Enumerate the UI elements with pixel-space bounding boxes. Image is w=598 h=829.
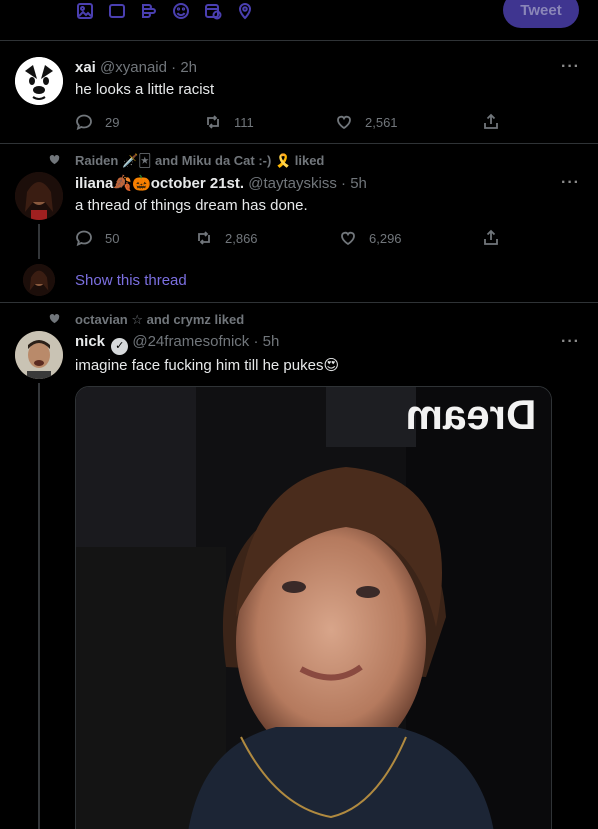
avatar[interactable] xyxy=(15,331,63,379)
social-context: octavian ☆ and crymz liked xyxy=(48,312,244,328)
separator-dot: · xyxy=(253,333,259,350)
location-icon[interactable] xyxy=(236,2,254,20)
share-icon xyxy=(484,229,498,245)
tweet-actions: 29 111 2,561 xyxy=(75,113,515,133)
poll-icon[interactable] xyxy=(140,2,158,20)
handle[interactable]: @xyanaid xyxy=(100,59,167,76)
separator-dot: · xyxy=(171,59,177,76)
share-icon xyxy=(484,113,498,129)
composer-toolbar: Tweet xyxy=(0,0,598,41)
thread-connector xyxy=(38,383,40,829)
schedule-icon[interactable] xyxy=(204,2,222,20)
thread-avatar[interactable] xyxy=(23,264,55,296)
timestamp[interactable]: 2h xyxy=(180,59,197,76)
retweet-count: 111 xyxy=(234,114,254,130)
emoji-icon[interactable] xyxy=(172,2,190,20)
verified-badge-icon: ✓ xyxy=(111,338,129,355)
display-name[interactable]: iliana🍂🎃october 21st. xyxy=(75,175,244,192)
heart-icon xyxy=(337,115,351,130)
liked-by-text[interactable]: octavian ☆ and crymz liked xyxy=(75,312,244,328)
retweet-count: 2,866 xyxy=(225,230,258,246)
separator-dot: · xyxy=(341,175,347,192)
tweet-text: he looks a little racist xyxy=(75,81,215,98)
retweet-button[interactable]: 111 xyxy=(204,113,254,131)
share-button[interactable] xyxy=(482,229,500,247)
heart-icon xyxy=(341,231,355,246)
more-options-icon[interactable]: ··· xyxy=(561,174,580,192)
more-options-icon[interactable]: ··· xyxy=(561,58,580,76)
tweet-media-photo[interactable]: Dream xyxy=(75,386,552,829)
timestamp[interactable]: 5h xyxy=(350,175,367,192)
handle[interactable]: @24framesofnick xyxy=(132,333,249,350)
like-count: 6,296 xyxy=(369,230,402,246)
reply-button[interactable]: 29 xyxy=(75,113,119,131)
retweet-button[interactable]: 2,866 xyxy=(195,229,258,247)
gif-icon[interactable] xyxy=(108,2,126,20)
more-options-icon[interactable]: ··· xyxy=(561,333,580,351)
thread-connector xyxy=(38,224,40,259)
image-icon[interactable] xyxy=(76,2,94,20)
reply-icon xyxy=(76,114,92,131)
tweet-header: iliana🍂🎃october 21st. @taytayskiss · 5h xyxy=(75,174,367,192)
tweet-actions: 50 2,866 6,296 xyxy=(75,229,515,249)
reply-button[interactable]: 50 xyxy=(75,229,119,247)
reply-icon xyxy=(76,230,92,247)
neon-sign-text: Dream xyxy=(406,391,537,438)
show-thread-link[interactable]: Show this thread xyxy=(75,272,187,289)
avatar[interactable] xyxy=(15,57,63,105)
share-button[interactable] xyxy=(482,113,500,131)
liked-heart-icon xyxy=(48,312,61,328)
like-count: 2,561 xyxy=(365,114,398,130)
tweet-button[interactable]: Tweet xyxy=(503,0,579,28)
tweet-header: nick ✓ @24framesofnick · 5h xyxy=(75,333,279,355)
display-name[interactable]: xai xyxy=(75,59,96,76)
tweet-text: a thread of things dream has done. xyxy=(75,197,308,214)
tweet-xai[interactable]: xai @xyanaid · 2h ··· he looks a little … xyxy=(0,41,598,144)
retweet-icon xyxy=(207,115,219,129)
like-button[interactable]: 2,561 xyxy=(335,113,398,131)
liked-by-text[interactable]: Raiden 🗡️🃏 and Miku da Cat :-) 🎗️ liked xyxy=(75,153,324,169)
display-name[interactable]: nick xyxy=(75,333,105,350)
composer-icons xyxy=(76,0,254,22)
reply-count: 50 xyxy=(105,230,120,246)
avatar[interactable] xyxy=(15,172,63,220)
tweet-header: xai @xyanaid · 2h xyxy=(75,59,197,76)
tweet-text: imagine face fucking him till he pukes😍 xyxy=(75,357,340,374)
tweet-iliana[interactable]: Raiden 🗡️🃏 and Miku da Cat :-) 🎗️ liked … xyxy=(0,144,598,303)
timestamp[interactable]: 5h xyxy=(263,333,280,350)
like-button[interactable]: 6,296 xyxy=(339,229,402,247)
liked-heart-icon xyxy=(48,153,61,169)
handle[interactable]: @taytayskiss xyxy=(248,175,337,192)
social-context: Raiden 🗡️🃏 and Miku da Cat :-) 🎗️ liked xyxy=(48,153,324,169)
reply-count: 29 xyxy=(105,114,120,130)
retweet-icon xyxy=(198,231,210,245)
